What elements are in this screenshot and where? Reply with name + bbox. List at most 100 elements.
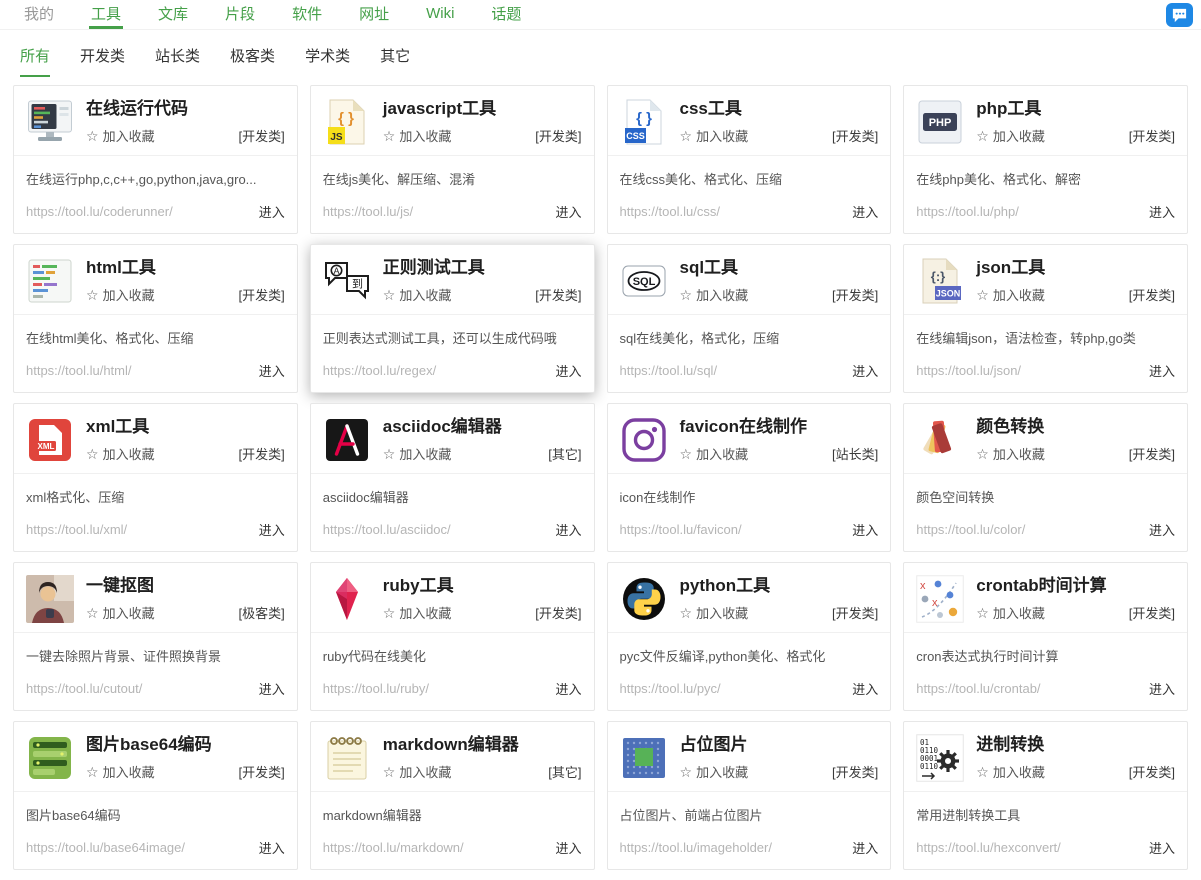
- tool-card-cutout[interactable]: 一键抠图 ☆ 加入收藏 [极客类] 一键去除照片背景、证件照换背景 https:…: [13, 562, 298, 711]
- tool-card-coderunner[interactable]: 在线运行代码 ☆ 加入收藏 [开发类] 在线运行php,c,c++,go,pyt…: [13, 85, 298, 234]
- tool-card-favicon[interactable]: favicon在线制作 ☆ 加入收藏 [站长类] icon在线制作 https:…: [606, 403, 892, 552]
- tool-card-color[interactable]: 颜色转换 ☆ 加入收藏 [开发类] 颜色空间转换 https://tool.lu…: [903, 403, 1188, 552]
- tool-card-base64image[interactable]: 图片base64编码 ☆ 加入收藏 [开发类] 图片base64编码 https…: [13, 721, 298, 870]
- tool-card-php[interactable]: PHP php工具 ☆ 加入收藏 [开发类] 在线php美化、格式化、解密 ht…: [903, 85, 1188, 234]
- card-foot: https://tool.lu/pyc/ 进入: [608, 673, 891, 710]
- tab-academic[interactable]: 学术类: [305, 45, 350, 77]
- enter-link[interactable]: 进入: [555, 520, 581, 539]
- add-favorite-button[interactable]: ☆ 加入收藏: [680, 762, 749, 781]
- tool-card-hexconvert[interactable]: 01 0110 0001 0110 进制转换 ☆ 加入收藏 [开发类] 常用进制转换工…: [903, 721, 1188, 870]
- enter-link[interactable]: 进入: [259, 679, 285, 698]
- card-foot: https://tool.lu/ruby/ 进入: [311, 673, 594, 710]
- enter-link[interactable]: 进入: [1149, 361, 1175, 380]
- chat-icon[interactable]: [1166, 3, 1193, 27]
- enter-link[interactable]: 进入: [259, 202, 285, 221]
- tool-description: ruby代码在线美化: [322, 649, 427, 664]
- tool-card-json[interactable]: {:} JSON json工具 ☆ 加入收藏 [开发类] 在线编辑json，语法检…: [903, 244, 1188, 393]
- add-favorite-button[interactable]: ☆ 加入收藏: [976, 285, 1045, 304]
- card-foot: https://tool.lu/json/ 进入: [904, 355, 1187, 392]
- add-favorite-button[interactable]: ☆ 加入收藏: [680, 126, 749, 145]
- tool-card-js[interactable]: { } JS javascript工具 ☆ 加入收藏 [开发类] 在线js美化、解…: [309, 85, 595, 234]
- category-tag: [开发类]: [535, 606, 582, 622]
- tab-all[interactable]: 所有: [20, 45, 51, 77]
- enter-link[interactable]: 进入: [1149, 202, 1175, 221]
- svg-text:PHP: PHP: [929, 117, 952, 129]
- add-favorite-button[interactable]: ☆ 加入收藏: [86, 126, 155, 145]
- tool-card-pyc[interactable]: python工具 ☆ 加入收藏 [开发类] pyc文件反编译,python美化、…: [606, 562, 892, 711]
- tab-dev[interactable]: 开发类: [80, 45, 125, 77]
- card-head: json工具 ☆ 加入收藏 [开发类]: [976, 257, 1175, 305]
- enter-link[interactable]: 进入: [852, 202, 878, 221]
- category-tag: [开发类]: [238, 765, 285, 781]
- add-favorite-button[interactable]: ☆ 加入收藏: [383, 762, 452, 781]
- card-top: 一键抠图 ☆ 加入收藏 [极客类]: [14, 563, 297, 632]
- add-favorite-button[interactable]: ☆ 加入收藏: [86, 603, 155, 622]
- add-favorite-button[interactable]: ☆ 加入收藏: [383, 444, 452, 463]
- nav-item-urls[interactable]: 网址: [357, 0, 391, 29]
- enter-link[interactable]: 进入: [852, 838, 878, 857]
- card-head: 颜色转换 ☆ 加入收藏 [开发类]: [976, 416, 1175, 464]
- tool-card-ruby[interactable]: ruby工具 ☆ 加入收藏 [开发类] ruby代码在线美化 https://t…: [309, 562, 595, 711]
- tool-card-imageholder[interactable]: 占位图片 ☆ 加入收藏 [开发类] 占位图片、前端占位图片 https://to…: [606, 721, 892, 870]
- tool-url: https://tool.lu/coderunner/: [26, 204, 173, 219]
- nav-item-software[interactable]: 软件: [290, 0, 324, 29]
- nav-item-my[interactable]: 我的: [22, 0, 56, 29]
- enter-link[interactable]: 进入: [852, 520, 878, 539]
- add-favorite-button[interactable]: ☆ 加入收藏: [86, 762, 155, 781]
- tool-card-html[interactable]: html工具 ☆ 加入收藏 [开发类] 在线html美化、格式化、压缩 http…: [13, 244, 298, 393]
- tab-other[interactable]: 其它: [380, 45, 410, 77]
- tool-card-xml[interactable]: XML xml工具 ☆ 加入收藏 [开发类] xml格式化、压缩 https:/…: [13, 403, 298, 552]
- enter-link[interactable]: 进入: [1149, 679, 1175, 698]
- card-foot: https://tool.lu/cutout/ 进入: [14, 673, 297, 710]
- tool-url: https://tool.lu/favicon/: [619, 522, 742, 537]
- card-head: asciidoc编辑器 ☆ 加入收藏 [其它]: [383, 416, 582, 464]
- enter-link[interactable]: 进入: [555, 361, 581, 380]
- nav-item-topics[interactable]: 话题: [489, 0, 523, 29]
- card-meta: ☆ 加入收藏 [开发类]: [976, 762, 1175, 781]
- enter-link[interactable]: 进入: [259, 361, 285, 380]
- enter-link[interactable]: 进入: [259, 838, 285, 857]
- tab-webmaster[interactable]: 站长类: [155, 45, 200, 77]
- favorite-label: 加入收藏: [992, 606, 1045, 622]
- tool-card-asciidoc[interactable]: asciidoc编辑器 ☆ 加入收藏 [其它] asciidoc编辑器 http…: [309, 403, 595, 552]
- add-favorite-button[interactable]: ☆ 加入收藏: [383, 603, 452, 622]
- enter-link[interactable]: 进入: [1149, 520, 1175, 539]
- tool-card-markdown[interactable]: markdown编辑器 ☆ 加入收藏 [其它] markdown编辑器 http…: [309, 721, 595, 870]
- enter-link[interactable]: 进入: [555, 202, 581, 221]
- add-favorite-button[interactable]: ☆ 加入收藏: [976, 126, 1045, 145]
- add-favorite-button[interactable]: ☆ 加入收藏: [86, 444, 155, 463]
- add-favorite-button[interactable]: ☆ 加入收藏: [680, 285, 749, 304]
- add-favorite-button[interactable]: ☆ 加入收藏: [383, 285, 452, 304]
- enter-link[interactable]: 进入: [852, 361, 878, 380]
- tool-card-sql[interactable]: SQL sql工具 ☆ 加入收藏 [开发类] sql在线美化，格式化，压缩 ht…: [606, 244, 892, 393]
- add-favorite-button[interactable]: ☆ 加入收藏: [976, 762, 1045, 781]
- add-favorite-button[interactable]: ☆ 加入收藏: [86, 285, 155, 304]
- tab-geek[interactable]: 极客类: [230, 45, 275, 77]
- tool-card-css[interactable]: { } CSS css工具 ☆ 加入收藏 [开发类] 在线css美化、格式化、压缩…: [606, 85, 892, 234]
- tool-card-crontab[interactable]: xx crontab时间计算 ☆ 加入收藏 [开发类] cron表达式执行时间计…: [903, 562, 1188, 711]
- card-top: { } CSS css工具 ☆ 加入收藏 [开发类]: [608, 86, 891, 155]
- nav-item-wiki[interactable]: Wiki: [424, 0, 456, 29]
- enter-link[interactable]: 进入: [852, 679, 878, 698]
- add-favorite-button[interactable]: ☆ 加入收藏: [976, 444, 1045, 463]
- card-foot: https://tool.lu/coderunner/ 进入: [14, 196, 297, 233]
- nav-item-docs[interactable]: 文库: [156, 0, 190, 29]
- enter-link[interactable]: 进入: [555, 679, 581, 698]
- tool-url: https://tool.lu/imageholder/: [619, 840, 772, 855]
- add-favorite-button[interactable]: ☆ 加入收藏: [680, 444, 749, 463]
- tool-card-regex[interactable]: A到 正则测试工具 ☆ 加入收藏 [开发类] 正则表达式测试工具，还可以生成代码…: [309, 244, 595, 393]
- add-favorite-button[interactable]: ☆ 加入收藏: [976, 603, 1045, 622]
- add-favorite-button[interactable]: ☆ 加入收藏: [680, 603, 749, 622]
- nav-item-tools[interactable]: 工具: [89, 0, 124, 29]
- card-head: ruby工具 ☆ 加入收藏 [开发类]: [383, 575, 582, 623]
- category-tag: [开发类]: [1128, 606, 1175, 622]
- tool-description: 在线php美化、格式化、解密: [916, 172, 1081, 187]
- enter-link[interactable]: 进入: [555, 838, 581, 857]
- tool-icon: XML: [26, 416, 74, 464]
- enter-link[interactable]: 进入: [259, 520, 285, 539]
- category-tag: [开发类]: [832, 606, 879, 622]
- nav-item-snippets[interactable]: 片段: [223, 0, 257, 29]
- star-icon: ☆: [976, 445, 989, 462]
- add-favorite-button[interactable]: ☆ 加入收藏: [383, 126, 452, 145]
- enter-link[interactable]: 进入: [1149, 838, 1175, 857]
